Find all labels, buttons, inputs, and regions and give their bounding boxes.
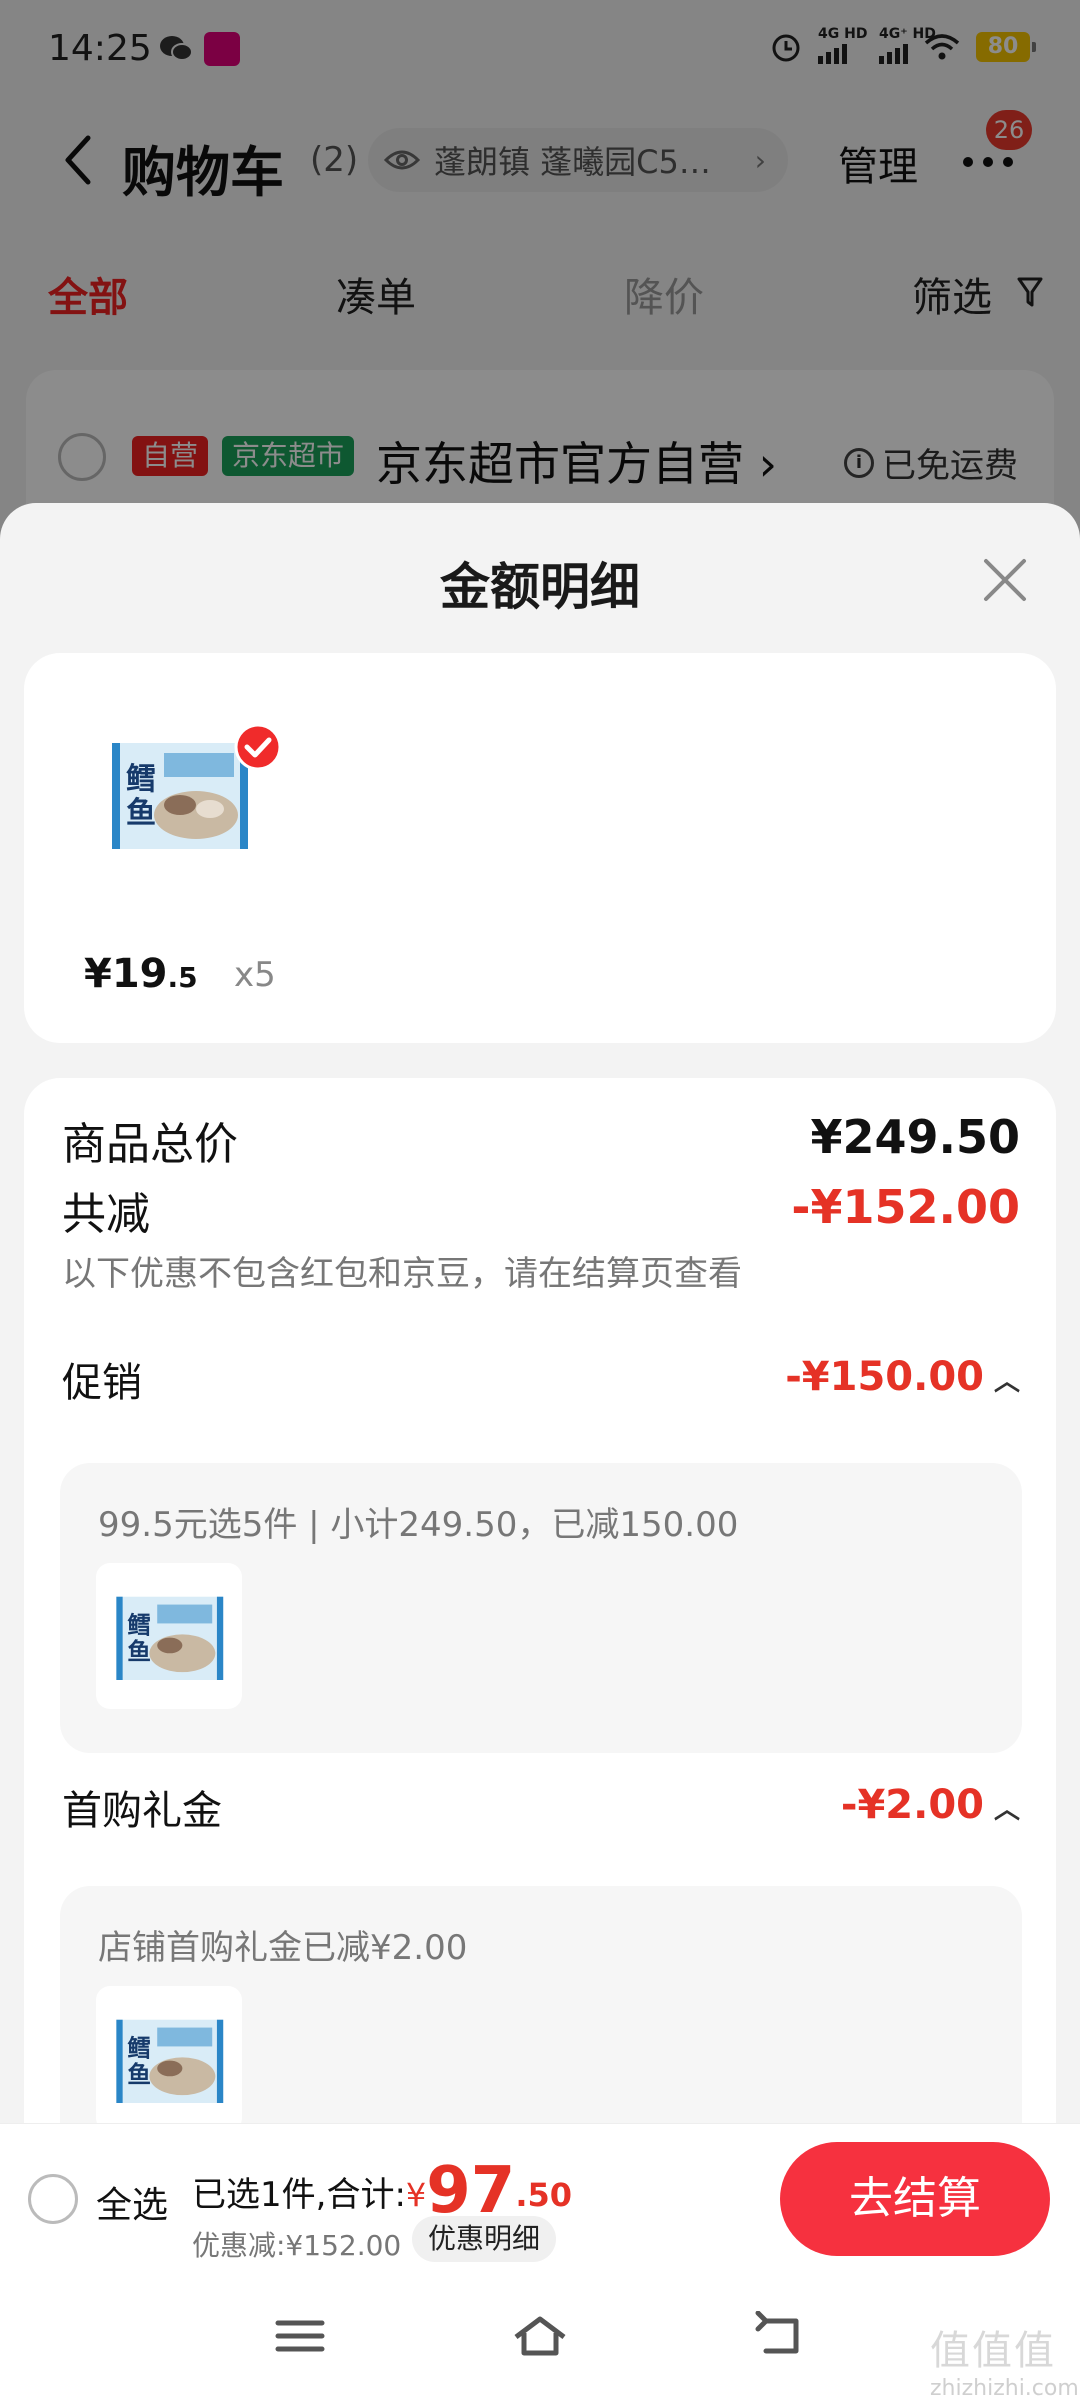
menu-icon[interactable] — [270, 2311, 330, 2361]
promotion-toggle[interactable]: -¥150.00 ︿ — [785, 1354, 1020, 1400]
gift-product-image[interactable]: 鳕 鱼 — [96, 1986, 242, 2132]
home-icon[interactable] — [510, 2311, 570, 2361]
product-quantity: x5 — [234, 955, 276, 995]
svg-text:鱼: 鱼 — [127, 2061, 151, 2089]
svg-text:鱼: 鱼 — [126, 796, 156, 831]
gift-description: 店铺首购礼金已减¥2.00 — [98, 1928, 468, 1968]
checkout-button[interactable]: 去结算 — [780, 2142, 1050, 2256]
close-icon[interactable] — [980, 555, 1030, 605]
discount-summary: 优惠减:¥152.00 — [192, 2229, 402, 2262]
discount-detail-button[interactable]: 优惠明细 — [412, 2216, 557, 2262]
promotion-detail-box: 99.5元选5件 | 小计249.50，已减150.00 鳕 鱼 — [60, 1463, 1022, 1753]
svg-text:鳕: 鳕 — [126, 762, 156, 797]
promotion-description: 99.5元选5件 | 小计249.50，已减150.00 — [98, 1505, 739, 1545]
first-purchase-gift-label: 首购礼金 — [62, 1788, 222, 1834]
product-image[interactable]: 鳕 鱼 — [104, 723, 254, 863]
svg-text:鱼: 鱼 — [127, 1638, 151, 1666]
back-icon[interactable] — [750, 2311, 810, 2361]
reduction-label: 共减 — [62, 1189, 150, 1240]
first-purchase-gift-toggle[interactable]: -¥2.00 ︿ — [841, 1782, 1020, 1828]
sheet-title: 金额明细 — [440, 558, 640, 616]
promotion-label: 促销 — [62, 1360, 142, 1406]
selected-check-icon — [234, 723, 282, 771]
total-price-label: 商品总价 — [62, 1119, 238, 1170]
svg-text:鳕: 鳕 — [127, 1611, 151, 1639]
chevron-up-icon: ︿ — [993, 1366, 1020, 1397]
checkout-bar: 全选 已选1件,合计:¥97.50 优惠减:¥152.00 优惠明细 去结算 — [0, 2123, 1080, 2271]
select-all-radio[interactable] — [28, 2174, 78, 2224]
svg-text:鳕: 鳕 — [127, 2034, 151, 2062]
promotion-product-image[interactable]: 鳕 鱼 — [96, 1563, 242, 1709]
amount-detail-sheet: 金额明细 鳕 鱼 ¥19.5 x5 商品总价 ¥249.50 共减 -¥152.… — [0, 503, 1080, 2400]
product-price: ¥19.5 — [84, 951, 198, 997]
reduction-value: -¥152.00 — [791, 1180, 1020, 1234]
select-all-label[interactable]: 全选 — [96, 2176, 168, 2228]
system-nav-bar — [0, 2271, 1080, 2400]
chevron-up-icon: ︿ — [993, 1794, 1020, 1825]
total-price-value: ¥249.50 — [810, 1110, 1020, 1164]
product-card: 鳕 鱼 ¥19.5 x5 — [24, 653, 1056, 1043]
reduction-note: 以下优惠不包含红包和京豆，请在结算页查看 — [62, 1254, 742, 1294]
watermark: 值值值 zhizhizhi.com — [930, 2328, 1079, 2400]
